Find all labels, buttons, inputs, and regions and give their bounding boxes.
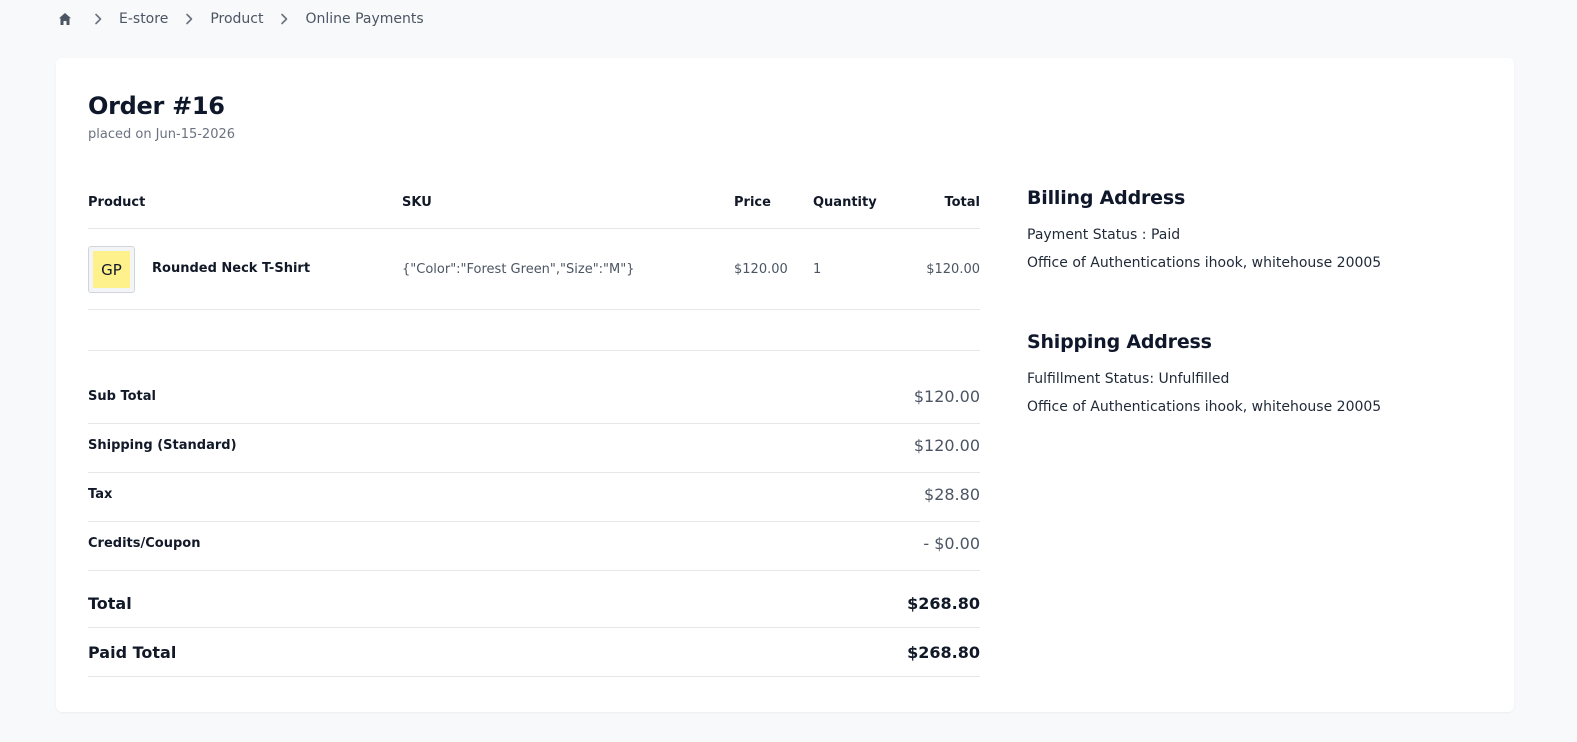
product-thumbnail: GP <box>88 246 135 293</box>
header-sku: SKU <box>402 195 432 210</box>
subtotal-value: $120.00 <box>913 387 980 406</box>
header-quantity: Quantity <box>813 195 877 210</box>
billing-address: Billing Address Payment Status : Paid Of… <box>1027 187 1381 277</box>
order-summary: Sub Total $120.00 Shipping (Standard) $1… <box>88 376 980 677</box>
header-total: Total <box>944 195 980 210</box>
chevron-right-icon <box>90 11 106 27</box>
order-title: Order #16 <box>88 92 225 120</box>
tax-label: Tax <box>88 487 113 502</box>
total-label: Total <box>88 594 132 613</box>
summary-row-tax: Tax $28.80 <box>88 473 980 522</box>
items-table-header: Product SKU Price Quantity Total <box>88 186 980 229</box>
divider <box>88 350 980 351</box>
header-product: Product <box>88 195 146 210</box>
order-card: Order #16 placed on Jun-15-2026 Product … <box>56 58 1514 712</box>
breadcrumb-item-estore[interactable]: E-store <box>119 11 168 27</box>
order-date: placed on Jun-15-2026 <box>88 127 236 142</box>
shipping-label: Shipping (Standard) <box>88 438 237 453</box>
summary-row-credits: Credits/Coupon - $0.00 <box>88 522 980 571</box>
summary-row-paid-total: Paid Total $268.80 <box>88 628 980 677</box>
total-value: $268.80 <box>907 594 980 613</box>
product-quantity: 1 <box>813 262 822 277</box>
chevron-right-icon <box>181 11 197 27</box>
credits-value: - $0.00 <box>923 534 980 553</box>
credits-label: Credits/Coupon <box>88 536 201 551</box>
shipping-address: Shipping Address Fulfillment Status: Unf… <box>1027 331 1381 421</box>
payment-status: Payment Status : Paid <box>1027 227 1181 243</box>
product-name: Rounded Neck T-Shirt <box>152 261 311 276</box>
product-sku: {"Color":"Forest Green","Size":"M"} <box>402 262 635 277</box>
chevron-right-icon <box>276 11 292 27</box>
billing-title: Billing Address <box>1027 187 1186 209</box>
summary-row-subtotal: Sub Total $120.00 <box>88 376 980 424</box>
paid-total-value: $268.80 <box>907 643 980 662</box>
summary-row-shipping: Shipping (Standard) $120.00 <box>88 424 980 473</box>
summary-row-total: Total $268.80 <box>88 571 980 628</box>
shipping-address-text: Office of Authentications ihook, whiteho… <box>1027 399 1382 415</box>
fulfillment-status: Fulfillment Status: Unfulfilled <box>1027 371 1230 387</box>
tax-value: $28.80 <box>924 485 980 504</box>
home-icon[interactable] <box>57 11 73 27</box>
product-price: $120.00 <box>734 262 788 277</box>
shipping-title: Shipping Address <box>1027 331 1212 353</box>
breadcrumb: E-store Product Online Payments <box>57 9 424 29</box>
breadcrumb-item-product[interactable]: Product <box>210 11 263 27</box>
subtotal-label: Sub Total <box>88 389 156 404</box>
product-thumbnail-placeholder: GP <box>93 251 130 288</box>
billing-address-text: Office of Authentications ihook, whiteho… <box>1027 255 1382 271</box>
shipping-value: $120.00 <box>913 436 980 455</box>
table-row: GP Rounded Neck T-Shirt {"Color":"Forest… <box>88 230 980 310</box>
breadcrumb-item-online-payments[interactable]: Online Payments <box>305 11 423 27</box>
paid-total-label: Paid Total <box>88 643 177 662</box>
header-price: Price <box>734 195 771 210</box>
product-total: $120.00 <box>926 262 980 277</box>
